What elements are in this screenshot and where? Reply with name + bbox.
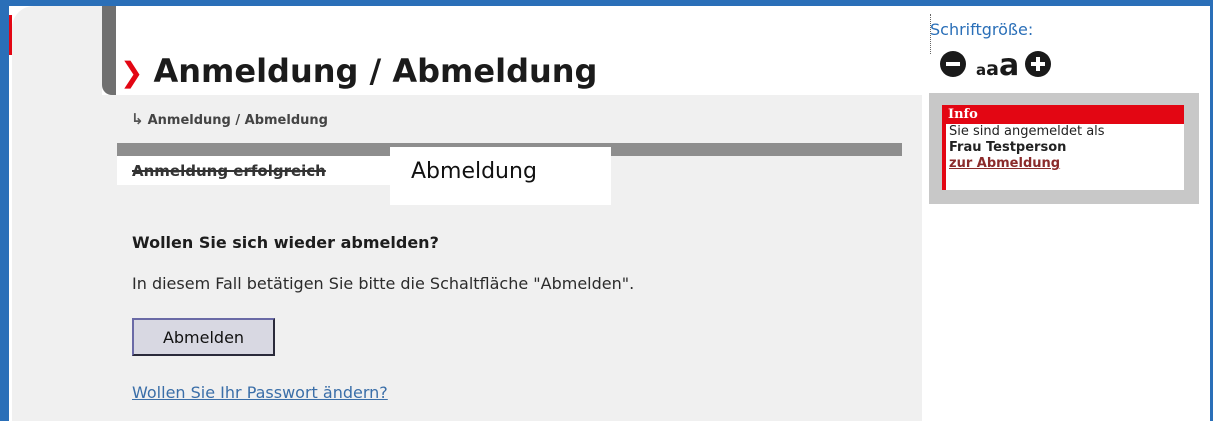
logout-button[interactable]: Abmelden <box>132 318 275 356</box>
info-logout-link[interactable]: zur Abmeldung <box>949 156 1060 171</box>
page-title-text: Anmeldung / Abmeldung <box>153 52 598 90</box>
info-user-name: Frau Testperson <box>949 140 1067 155</box>
font-size-medium[interactable]: a <box>986 58 999 80</box>
font-size-label: Schriftgröße: <box>930 20 1034 39</box>
font-size-controls: a a a <box>940 48 1052 83</box>
info-header: Info <box>946 105 1184 124</box>
chevron-right-icon: ❯ <box>120 56 144 89</box>
page-title: ❯ Anmeldung / Abmeldung <box>120 52 597 90</box>
breadcrumb-item[interactable]: Anmeldung / Abmeldung <box>148 113 328 128</box>
minus-circle-icon[interactable] <box>940 51 966 77</box>
info-panel: Info Sie sind angemeldet als Frau Testpe… <box>942 105 1184 190</box>
return-arrow-icon: ↳ <box>131 110 144 128</box>
plus-circle-icon[interactable] <box>1025 51 1052 77</box>
change-password-link[interactable]: Wollen Sie Ihr Passwort ändern? <box>132 383 388 402</box>
window-left-border <box>0 0 9 421</box>
logout-hint: In diesem Fall betätigen Sie bitte die S… <box>132 274 635 293</box>
title-sidebar-bar <box>102 6 116 95</box>
logout-question: Wollen Sie sich wieder abmelden? <box>132 233 439 252</box>
font-size-small[interactable]: a <box>976 61 986 79</box>
tab-logout[interactable]: Abmeldung <box>390 147 611 205</box>
info-logged-in-text: Sie sind angemeldet als <box>949 124 1105 139</box>
font-size-large[interactable]: a <box>999 48 1019 83</box>
info-box: Info Sie sind angemeldet als Frau Testpe… <box>929 93 1199 204</box>
tab-logout-label: Abmeldung <box>411 159 537 184</box>
tab-login-success: Anmeldung erfolgreich <box>132 162 326 180</box>
breadcrumb: ↳ Anmeldung / Abmeldung <box>131 110 328 128</box>
